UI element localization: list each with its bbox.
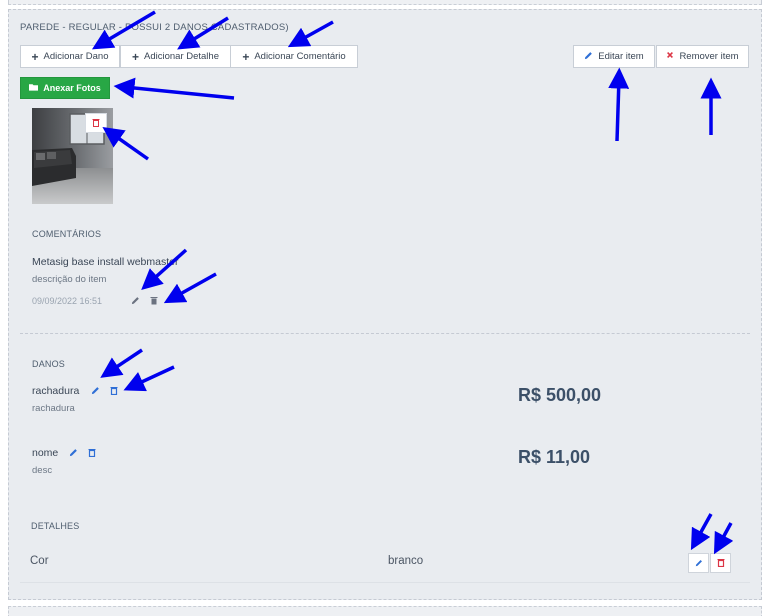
delete-detail-button[interactable] [710,553,731,573]
edit-damage-button[interactable] [90,385,101,396]
attach-photos-button[interactable]: Anexar Fotos [20,77,110,99]
trash-icon [110,382,118,400]
damages-heading: DANOS [32,359,66,369]
previous-panel-edge [8,0,762,5]
pencil-icon [584,51,593,63]
trash-icon [717,554,725,572]
comment-date: 09/09/2022 16:51 [32,296,103,306]
plus-icon: + [131,49,139,64]
edit-detail-button[interactable] [688,553,709,573]
detail-key: Cor [30,555,49,567]
edit-comment-button[interactable] [130,295,141,306]
damage-name: rachadura [32,385,80,397]
folder-icon [29,83,39,93]
comment-description: descrição do item [32,274,107,285]
damage-value: R$ 11,00 [518,447,591,467]
edit-damage-button[interactable] [68,447,79,458]
damage-description: desc [32,465,53,476]
panel-title: PAREDE - REGULAR - POSSUI 2 DANOS CADAST… [20,22,289,33]
section-divider [20,333,750,334]
damage-value: R$ 500,00 [518,385,602,405]
damage-description: rachadura [32,403,75,414]
add-detail-button[interactable]: + Adicionar Detalhe [120,45,231,68]
add-comment-button[interactable]: + Adicionar Comentário [230,45,358,68]
add-detail-label: Adicionar Detalhe [144,51,219,62]
pencil-icon [91,382,100,400]
details-heading: DETALHES [31,521,80,531]
trash-icon [150,292,158,310]
delete-photo-button[interactable] [85,113,107,133]
delete-damage-button[interactable] [108,385,119,396]
pencil-icon [131,292,140,310]
trash-icon [88,444,96,462]
pencil-icon [69,444,78,462]
comment-title: Metasig base install webmaster [32,256,179,268]
x-icon [666,51,674,62]
plus-icon: + [242,49,250,64]
attach-photos-label: Anexar Fotos [43,83,101,93]
add-damage-button[interactable]: + Adicionar Dano [20,45,120,68]
next-panel-edge [8,606,762,616]
comments-heading: COMENTÁRIOS [32,229,102,239]
pencil-icon [695,554,703,572]
add-damage-label: Adicionar Dano [43,51,109,62]
edit-item-button[interactable]: Editar item [573,45,655,68]
plus-icon: + [31,49,39,64]
delete-comment-button[interactable] [148,295,159,306]
remove-item-label: Remover item [679,51,739,62]
detail-value: branco [388,555,424,567]
delete-damage-button[interactable] [86,447,97,458]
damage-name: nome [32,447,59,459]
details-section [20,507,750,583]
edit-item-label: Editar item [598,51,644,62]
trash-icon [92,114,100,132]
remove-item-button[interactable]: Remover item [656,45,749,68]
add-comment-label: Adicionar Comentário [254,51,346,62]
